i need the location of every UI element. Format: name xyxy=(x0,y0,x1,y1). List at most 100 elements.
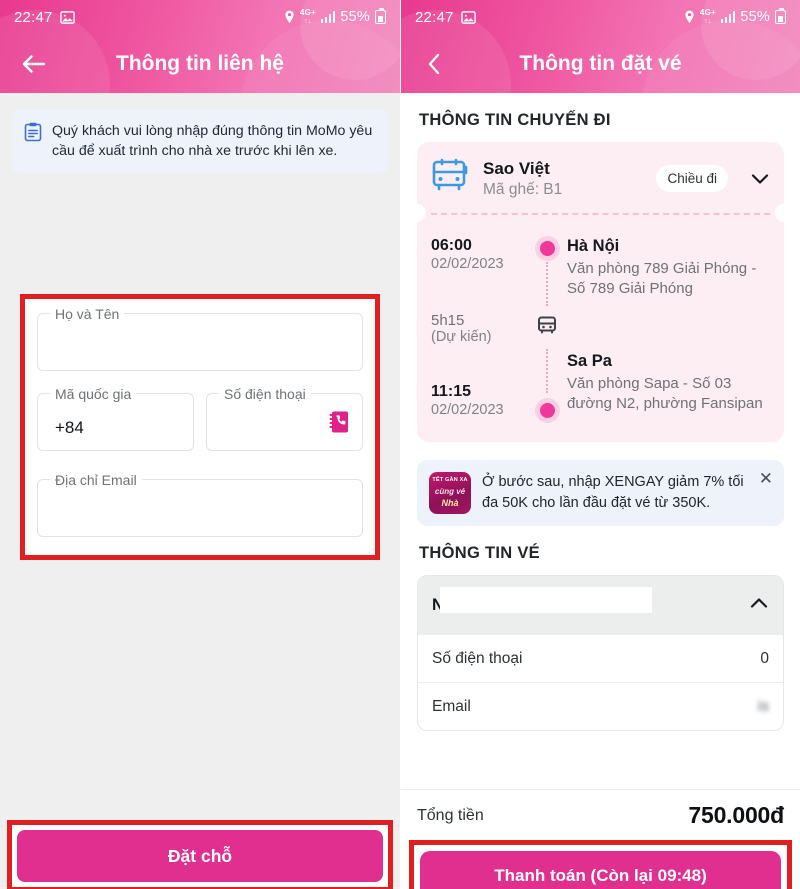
arrival-date: 02/02/2023 xyxy=(431,402,504,418)
ticket-row-value: 0 xyxy=(760,649,769,667)
total-label: Tổng tiền xyxy=(417,806,484,824)
chevron-left-icon xyxy=(428,53,440,74)
arrival-time: 11:15 xyxy=(431,383,472,400)
leg-times-column: 06:00 02/02/2023 5h15 (Dự kiến) 11:15 02… xyxy=(431,237,527,418)
phone-row: Mã quốc gia +84 Số điện thoại xyxy=(37,385,363,451)
page-title: Thông tin liên hệ xyxy=(116,51,284,75)
country-code-field[interactable]: Mã quốc gia +84 xyxy=(37,385,194,451)
status-clock: 22:47 xyxy=(14,8,53,26)
ticket-card-header[interactable]: N xyxy=(418,576,783,634)
trip-duration-note: (Dự kiến) xyxy=(431,329,492,345)
timeline-column xyxy=(527,237,567,418)
country-code-label: Mã quốc gia xyxy=(50,385,137,403)
status-bar-left: 22:47 xyxy=(415,9,476,26)
location-icon xyxy=(284,10,295,24)
country-code-value: +84 xyxy=(55,418,84,437)
ticket-row-label: Số điện thoại xyxy=(432,649,523,667)
promo-image-line-2: cùng vé xyxy=(434,487,466,496)
ticket-perforation xyxy=(417,213,784,225)
right-header: 22:47 4G+ ↑↓ 55% Thông tin đặt vé xyxy=(401,0,800,93)
timeline-line xyxy=(546,262,548,306)
book-seat-button[interactable]: Đặt chỗ xyxy=(17,830,383,882)
pay-button-highlight: Thanh toán (Còn lại 09:48) xyxy=(409,840,792,889)
departure-address: Văn phòng 789 Giải Phóng - Số 789 Giải P… xyxy=(567,260,757,298)
arrow-left-icon xyxy=(22,54,46,73)
chevron-up-icon[interactable] xyxy=(749,596,769,615)
chevron-down-icon[interactable] xyxy=(750,172,770,186)
full-name-field[interactable]: Họ và Tên xyxy=(37,305,363,371)
ticket-card: N Số điện thoại 0 Email is xyxy=(417,575,784,731)
right-footer: Tổng tiền 750.000đ Thanh toán (Còn lại 0… xyxy=(401,789,800,889)
back-button[interactable] xyxy=(413,42,457,86)
network-4g-icon: 4G+ ↑↓ xyxy=(299,8,316,26)
arrival-city: Sa Pa xyxy=(567,351,612,370)
back-button[interactable] xyxy=(12,42,56,86)
trip-duration: 5h15 xyxy=(431,312,465,329)
departure-dot xyxy=(539,241,555,256)
total-value: 750.000đ xyxy=(688,802,784,828)
dashed-divider xyxy=(431,213,770,215)
battery-icon xyxy=(775,8,786,24)
trip-section-title: THÔNG TIN CHUYẾN ĐI xyxy=(419,111,611,129)
screen-contact-info: 22:47 4G+ ↑↓ 55% Thông tin liên hệ Quý k… xyxy=(0,0,400,889)
location-icon xyxy=(684,10,695,24)
left-content: Quý khách vui lòng nhập đúng thông tin M… xyxy=(0,109,400,889)
book-button-highlight: Đặt chỗ xyxy=(7,820,393,889)
promo-thumbnail: TẾT GẦN XA cùng vé Nhà xyxy=(429,472,471,514)
operator-info: Sao Việt Mã ghế: B1 xyxy=(483,159,644,199)
arrival-address: Văn phòng Sapa - Số 03 đường N2, phường … xyxy=(567,374,763,412)
operator-name: Sao Việt xyxy=(483,158,550,178)
clipboard-icon xyxy=(24,122,42,147)
signal-bars-icon xyxy=(320,11,336,23)
redaction-overlay xyxy=(440,587,652,613)
left-footer: Đặt chỗ xyxy=(0,812,400,889)
departure-time: 06:00 xyxy=(431,237,472,254)
departure-city: Hà Nội xyxy=(567,237,620,255)
departure-date: 02/02/2023 xyxy=(431,256,504,272)
status-bar-right: 4G+ ↑↓ 55% xyxy=(684,8,786,26)
trip-header: Sao Việt Mã ghế: B1 Chiều đi xyxy=(417,142,784,213)
status-bar: 22:47 4G+ ↑↓ 55% xyxy=(0,0,400,34)
battery-icon xyxy=(375,8,386,24)
email-field[interactable]: Địa chỉ Email xyxy=(37,471,363,537)
email-label: Địa chỉ Email xyxy=(50,471,142,489)
contact-form-highlighted: Họ và Tên Mã quốc gia +84 Số điện thoại xyxy=(20,294,380,560)
right-navbar: Thông tin đặt vé xyxy=(401,34,800,93)
signal-bars-icon xyxy=(720,11,736,23)
close-icon[interactable]: ✕ xyxy=(759,470,773,487)
ticket-row: Email is xyxy=(418,682,783,730)
status-bar-right: 4G+ ↑↓ 55% xyxy=(284,8,386,26)
ticket-row-value: is xyxy=(757,697,769,715)
full-name-label: Họ và Tên xyxy=(50,305,125,323)
left-header: 22:47 4G+ ↑↓ 55% Thông tin liên hệ xyxy=(0,0,400,93)
phone-number-label: Số điện thoại xyxy=(219,385,311,403)
screenshot-root: 22:47 4G+ ↑↓ 55% Thông tin liên hệ Quý k… xyxy=(0,0,800,889)
right-content: THÔNG TIN CHUYẾN ĐI Sao Việt Mã ghế: B1 … xyxy=(401,111,800,889)
trip-card: Sao Việt Mã ghế: B1 Chiều đi 06:00 02/02… xyxy=(417,142,784,442)
leg-places-column: Hà Nội Văn phòng 789 Giải Phóng - Số 789… xyxy=(567,237,770,418)
promo-image-line-1: TẾT GẦN XA xyxy=(432,477,468,483)
photo-icon xyxy=(59,10,75,25)
arrival-dot xyxy=(539,403,555,418)
promo-text: Ở bước sau, nhập XENGAY giảm 7% tối đa 5… xyxy=(482,474,744,511)
network-4g-icon: 4G+ ↑↓ xyxy=(699,8,716,26)
direction-chip[interactable]: Chiều đi xyxy=(656,165,728,192)
battery-percent: 55% xyxy=(740,9,770,25)
left-navbar: Thông tin liên hệ xyxy=(0,34,400,93)
trip-legs: 06:00 02/02/2023 5h15 (Dự kiến) 11:15 02… xyxy=(417,229,784,436)
pay-button[interactable]: Thanh toán (Còn lại 09:48) xyxy=(420,851,781,889)
info-banner-text: Quý khách vui lòng nhập đúng thông tin M… xyxy=(52,123,373,160)
total-row: Tổng tiền 750.000đ xyxy=(401,790,800,833)
ticket-row-label: Email xyxy=(432,697,471,715)
status-clock: 22:47 xyxy=(415,8,454,26)
screen-booking-info: 22:47 4G+ ↑↓ 55% Thông tin đặt vé THÔNG … xyxy=(400,0,800,889)
bus-icon xyxy=(431,158,471,199)
page-title: Thông tin đặt vé xyxy=(519,51,682,75)
phone-number-field[interactable]: Số điện thoại xyxy=(206,385,363,451)
seat-code: Mã ghế: B1 xyxy=(483,180,563,198)
battery-percent: 55% xyxy=(340,9,370,25)
status-bar: 22:47 4G+ ↑↓ 55% xyxy=(401,0,800,34)
contact-book-icon[interactable] xyxy=(328,410,350,434)
photo-icon xyxy=(460,10,476,25)
timeline-line xyxy=(546,349,548,393)
